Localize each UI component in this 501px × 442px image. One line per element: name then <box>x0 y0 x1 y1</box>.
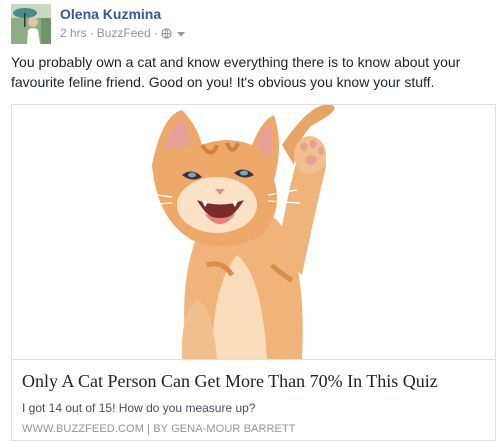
post-header: Olena Kuzmina 2 hrs · BuzzFeed · <box>11 4 491 46</box>
author-name[interactable]: Olena Kuzmina <box>60 6 161 22</box>
kitten-photo[interactable] <box>12 105 495 359</box>
post-time[interactable]: 2 hrs <box>60 26 87 40</box>
card-title[interactable]: Only A Cat Person Can Get More Than 70% … <box>22 371 438 392</box>
meta-separator: · <box>153 26 158 40</box>
card-source: WWW.BUZZFEED.COM | BY GENA-MOUR BARRETT <box>22 423 296 435</box>
link-preview-card[interactable]: Only A Cat Person Can Get More Than 70% … <box>11 104 496 441</box>
avatar[interactable] <box>11 4 51 44</box>
card-description: I got 14 out of 15! How do you measure u… <box>22 401 256 415</box>
globe-icon <box>161 27 172 39</box>
post-text: You probably own a cat and know everythi… <box>11 54 461 90</box>
meta-separator: · <box>89 26 94 40</box>
post-meta: 2 hrs · BuzzFeed · <box>60 26 186 40</box>
chevron-down-icon[interactable] <box>176 28 186 38</box>
card-body[interactable]: Only A Cat Person Can Get More Than 70% … <box>12 359 495 440</box>
post-source[interactable]: BuzzFeed <box>97 26 151 40</box>
